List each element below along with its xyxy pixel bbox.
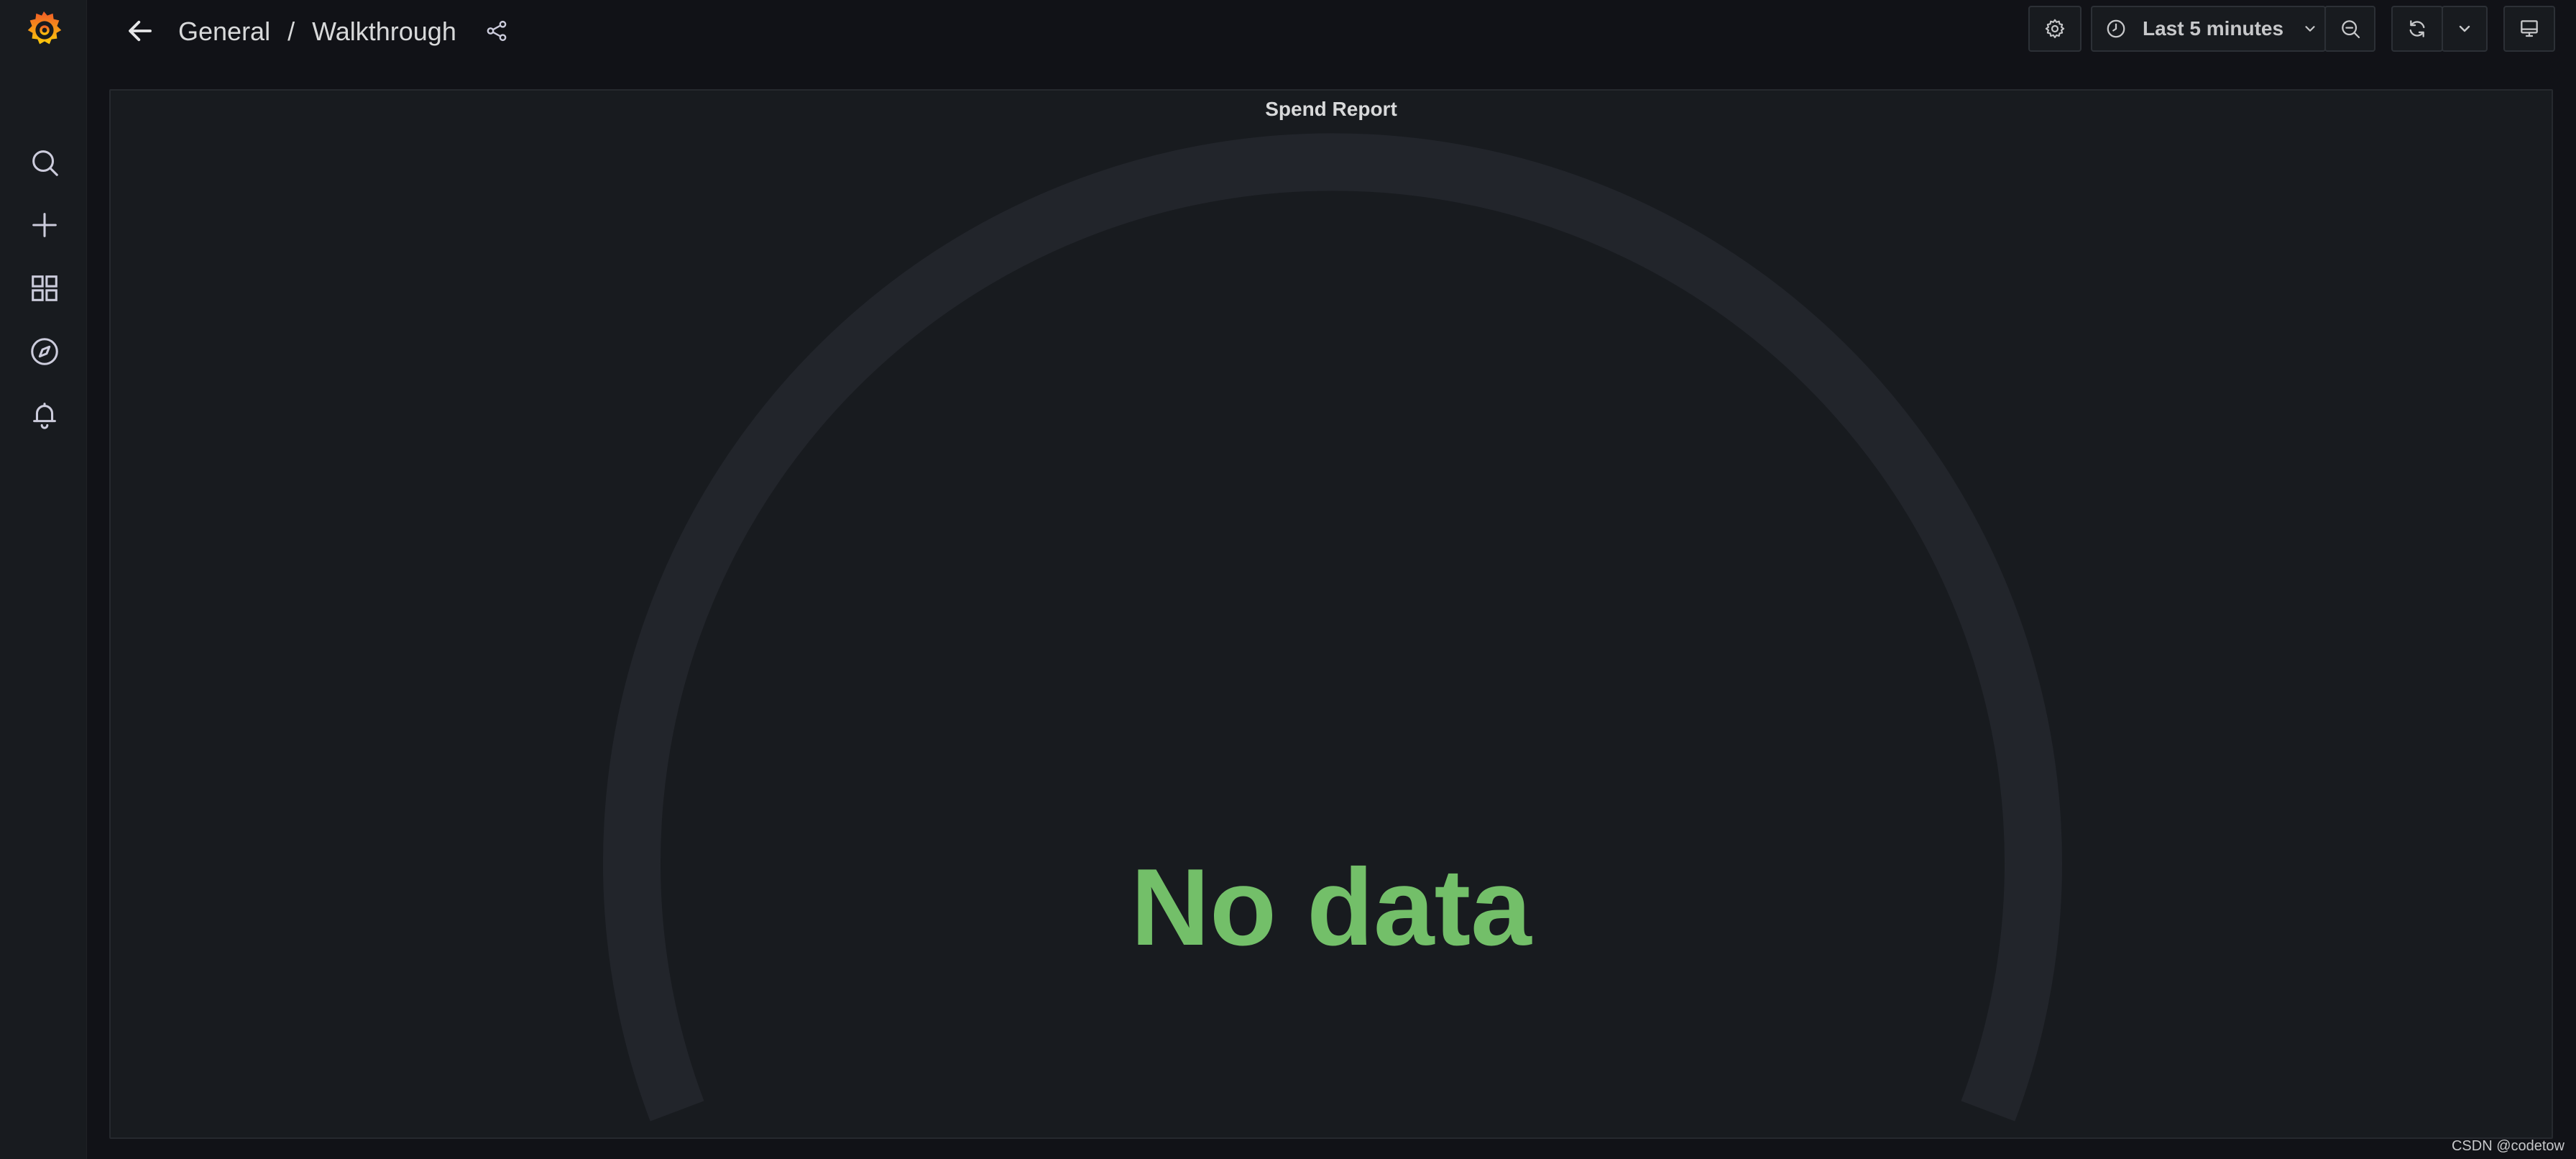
dashboard-navbar: General / Walkthrough Last 5 minutes — [87, 0, 2576, 72]
refresh-interval-dropdown[interactable] — [2442, 6, 2488, 52]
zoom-out-icon — [2341, 20, 2360, 39]
arrow-left-icon — [129, 20, 152, 42]
gauge-track — [603, 133, 2062, 1122]
sidebar-item-explore[interactable] — [24, 331, 65, 372]
no-data-message: No data — [1131, 846, 1532, 968]
sidebar-item-create[interactable] — [24, 204, 65, 246]
grafana-logo[interactable] — [22, 7, 66, 52]
breadcrumb-folder[interactable]: General — [178, 17, 270, 47]
time-range-label: Last 5 minutes — [2143, 17, 2284, 40]
sidebar-item-search[interactable] — [24, 142, 65, 183]
share-dashboard-button[interactable] — [479, 14, 515, 47]
breadcrumb: General / Walkthrough — [178, 12, 456, 52]
compass-icon — [31, 338, 58, 365]
monitor-icon — [2521, 20, 2538, 37]
dashboards-grid-icon — [32, 275, 58, 301]
gear-icon — [2045, 19, 2065, 39]
sidebar — [0, 0, 87, 1159]
sidebar-item-alerting[interactable] — [24, 394, 65, 436]
refresh-button[interactable] — [2391, 6, 2443, 52]
sidebar-item-dashboards[interactable] — [24, 267, 65, 309]
plus-icon — [32, 213, 57, 237]
share-icon — [487, 20, 507, 42]
back-button[interactable] — [118, 13, 162, 49]
gauge-panel[interactable]: Spend Report No data — [109, 89, 2553, 1139]
breadcrumb-separator: / — [288, 17, 295, 46]
chevron-down-icon — [2459, 25, 2470, 32]
zoom-out-button[interactable] — [2324, 6, 2375, 52]
watermark: CSDN @codetow — [2451, 1138, 2564, 1154]
time-range-picker[interactable]: Last 5 minutes — [2091, 6, 2326, 52]
gauge-arc — [603, 133, 2062, 1122]
chevron-down-icon — [2305, 26, 2315, 32]
breadcrumb-dashboard-title[interactable]: Walkthrough — [312, 17, 456, 47]
bell-icon — [33, 403, 56, 429]
dashboard-settings-button[interactable] — [2028, 6, 2082, 52]
refresh-icon — [2409, 20, 2425, 37]
search-icon — [32, 150, 58, 176]
grafana-logo-icon — [27, 11, 62, 45]
cycle-view-mode-button[interactable] — [2503, 6, 2555, 52]
clock-icon — [2107, 19, 2125, 38]
